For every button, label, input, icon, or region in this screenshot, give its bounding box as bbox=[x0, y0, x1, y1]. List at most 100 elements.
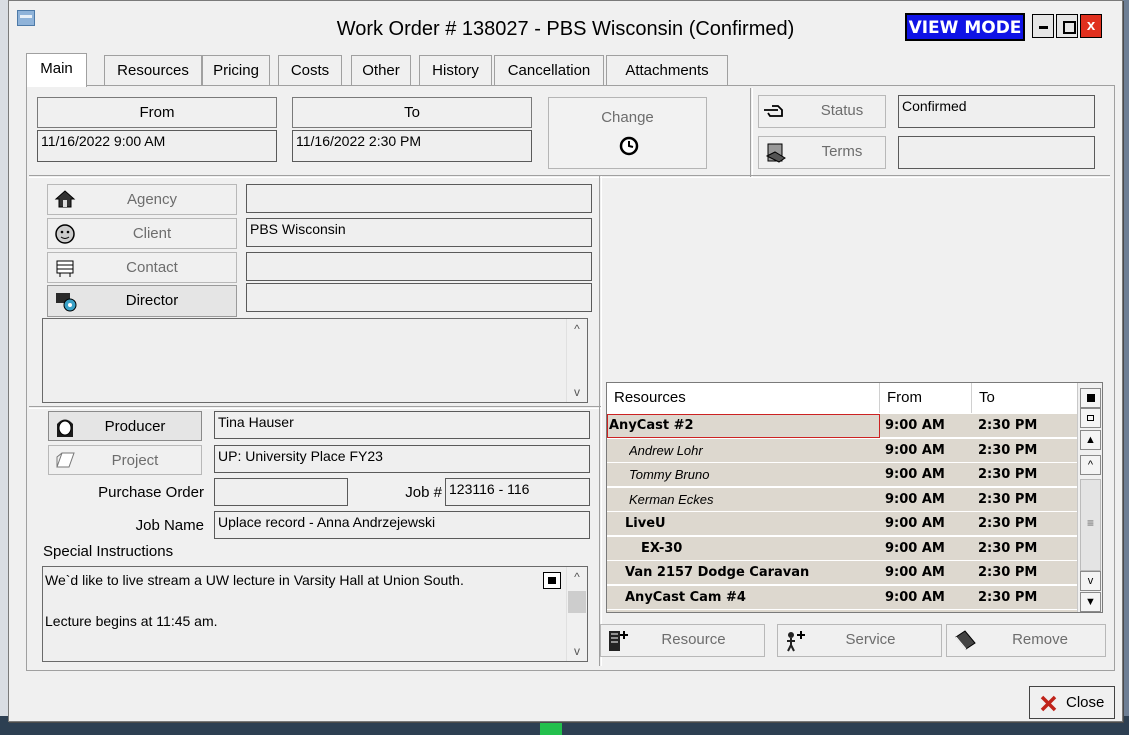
resource-name-cell: LiveU bbox=[625, 516, 666, 531]
add-resource-button[interactable]: Resource bbox=[600, 624, 765, 657]
table-row[interactable]: Tommy Bruno 9:00 AM 2:30 PM bbox=[607, 463, 1077, 487]
notes-scrollbar[interactable]: ^ v bbox=[566, 319, 587, 402]
column-header-from[interactable]: From bbox=[880, 383, 972, 413]
column-header-to[interactable]: To bbox=[972, 383, 1077, 413]
resource-from-cell: 9:00 AM bbox=[885, 491, 945, 507]
table-row[interactable]: AnyCast #2 9:00 AM 2:30 PM bbox=[607, 414, 1077, 438]
agency-button[interactable]: Agency bbox=[47, 184, 237, 215]
special-instructions-scrollbar[interactable]: ^ v bbox=[566, 567, 587, 661]
table-row[interactable]: AnyCast Cam #5 9:00 AM 2:30 PM bbox=[607, 610, 1077, 612]
table-row[interactable]: AnyCast Cam #4 9:00 AM 2:30 PM bbox=[607, 585, 1077, 610]
agency-field[interactable] bbox=[246, 184, 592, 213]
tab-history[interactable]: History bbox=[419, 55, 492, 86]
tab-attachments[interactable]: Attachments bbox=[606, 55, 728, 86]
table-row[interactable]: Kerman Eckes 9:00 AM 2:30 PM bbox=[607, 487, 1077, 512]
table-row[interactable]: EX-30 9:00 AM 2:30 PM bbox=[607, 536, 1077, 561]
scroll-up-icon[interactable]: ^ bbox=[567, 567, 587, 587]
resource-to-cell: 2:30 PM bbox=[978, 418, 1038, 433]
resource-to-cell: 2:30 PM bbox=[978, 589, 1038, 605]
terms-field[interactable] bbox=[898, 136, 1095, 169]
grid-options-button[interactable] bbox=[1080, 388, 1101, 408]
special-instructions-line-2: Lecture begins at 11:45 am. bbox=[45, 613, 218, 629]
purchase-order-field[interactable] bbox=[214, 478, 348, 506]
tab-main[interactable]: Main bbox=[26, 53, 87, 87]
resource-to-cell: 2:30 PM bbox=[978, 442, 1038, 458]
resource-from-cell: 9:00 AM bbox=[885, 565, 945, 580]
client-field[interactable]: PBS Wisconsin bbox=[246, 218, 592, 247]
status-button[interactable]: Status bbox=[758, 95, 886, 128]
resource-from-cell: 9:00 AM bbox=[885, 467, 945, 482]
job-number-field[interactable]: 123116 - 116 bbox=[445, 478, 590, 506]
status-label: Status bbox=[820, 102, 864, 119]
contact-label: Contact bbox=[126, 259, 178, 276]
from-date-field[interactable]: 11/16/2022 9:00 AM bbox=[37, 130, 277, 162]
grid-scroll-thumb[interactable]: ≡ bbox=[1080, 479, 1101, 571]
clock-icon bbox=[619, 136, 639, 156]
project-label: Project bbox=[111, 452, 159, 469]
scroll-up-icon[interactable]: ^ bbox=[1080, 455, 1101, 475]
add-resource-label: Resource bbox=[661, 631, 726, 648]
tab-cancellation[interactable]: Cancellation bbox=[494, 55, 604, 86]
job-number-label: Job # bbox=[405, 484, 442, 501]
resource-name-cell: Van 2157 Dodge Caravan bbox=[625, 565, 810, 580]
status-field[interactable]: Confirmed bbox=[898, 95, 1095, 128]
producer-label: Producer bbox=[104, 418, 166, 435]
tab-resources[interactable]: Resources bbox=[104, 55, 202, 86]
change-button[interactable]: Change bbox=[548, 97, 707, 169]
resource-from-cell: 9:00 AM bbox=[885, 516, 945, 531]
add-service-label: Service bbox=[845, 631, 896, 648]
director-field[interactable] bbox=[246, 283, 592, 312]
resources-grid[interactable]: Resources From To AnyCast #2 9:00 AM 2:30 … bbox=[606, 382, 1103, 613]
grid-restore-button[interactable] bbox=[1080, 408, 1101, 428]
director-button[interactable]: Director bbox=[47, 285, 237, 317]
scroll-down-icon[interactable]: v bbox=[567, 641, 587, 661]
special-instructions-memo[interactable]: We`d like to live stream a UW lecture in… bbox=[42, 566, 588, 662]
add-service-button[interactable]: Service bbox=[777, 624, 942, 657]
column-header-resources[interactable]: Resources bbox=[607, 383, 880, 413]
resource-to-cell: 2:30 PM bbox=[978, 491, 1038, 507]
producer-field[interactable]: Tina Hauser bbox=[214, 411, 590, 439]
title-bar[interactable]: Work Order # 138027 - PBS Wisconsin (Con… bbox=[9, 1, 1122, 43]
scroll-top-icon[interactable]: ▲ bbox=[1080, 430, 1101, 450]
close-button[interactable]: Close bbox=[1029, 686, 1115, 719]
resource-name-cell: Kerman Eckes bbox=[629, 491, 714, 507]
resource-name-cell: AnyCast Cam #5 bbox=[625, 610, 879, 612]
grid-scrollbar[interactable]: ▲ ^ ≡ v ▼ bbox=[1077, 383, 1102, 612]
scroll-down-icon[interactable]: v bbox=[567, 382, 587, 402]
director-label: Director bbox=[125, 292, 179, 309]
tab-costs[interactable]: Costs bbox=[278, 55, 342, 86]
maximize-button[interactable] bbox=[1056, 14, 1078, 38]
remove-button[interactable]: Remove bbox=[946, 624, 1106, 657]
scroll-bottom-icon[interactable]: ▼ bbox=[1080, 592, 1101, 612]
resource-from-cell: 9:00 AM bbox=[885, 589, 945, 605]
expand-memo-button[interactable] bbox=[543, 572, 561, 589]
minimize-button[interactable] bbox=[1032, 14, 1054, 38]
notes-memo[interactable]: ^ v bbox=[42, 318, 588, 403]
table-row[interactable]: Andrew Lohr 9:00 AM 2:30 PM bbox=[607, 438, 1077, 463]
scroll-thumb[interactable] bbox=[568, 591, 586, 613]
scroll-up-icon[interactable]: ^ bbox=[567, 319, 587, 339]
change-label: Change bbox=[601, 109, 654, 126]
tab-pricing[interactable]: Pricing bbox=[202, 55, 270, 86]
table-row[interactable]: Van 2157 Dodge Caravan 9:00 AM 2:30 PM bbox=[607, 561, 1077, 585]
scroll-down-icon[interactable]: v bbox=[1080, 571, 1101, 591]
client-button[interactable]: Client bbox=[47, 218, 237, 249]
resource-name-cell: AnyCast Cam #4 bbox=[625, 589, 746, 605]
tab-other[interactable]: Other bbox=[351, 55, 411, 86]
close-window-button[interactable]: x bbox=[1080, 14, 1102, 38]
terms-button[interactable]: Terms bbox=[758, 136, 886, 169]
to-date-field[interactable]: 11/16/2022 2:30 PM bbox=[292, 130, 532, 162]
contact-field[interactable] bbox=[246, 252, 592, 281]
divider bbox=[750, 88, 753, 178]
view-mode-badge: VIEW MODE bbox=[905, 13, 1025, 41]
contact-button[interactable]: Contact bbox=[47, 252, 237, 283]
job-name-field[interactable]: Uplace record - Anna Andrzejewski bbox=[214, 511, 590, 539]
project-button[interactable]: Project bbox=[48, 445, 202, 475]
table-row[interactable]: LiveU 9:00 AM 2:30 PM bbox=[607, 512, 1077, 536]
terms-label: Terms bbox=[821, 143, 863, 160]
eraser-icon bbox=[955, 630, 976, 650]
project-field[interactable]: UP: University Place FY23 bbox=[214, 445, 590, 473]
producer-button[interactable]: Producer bbox=[48, 411, 202, 441]
selection-outline bbox=[607, 414, 880, 438]
resource-from-cell: 9:00 AM bbox=[885, 540, 945, 556]
